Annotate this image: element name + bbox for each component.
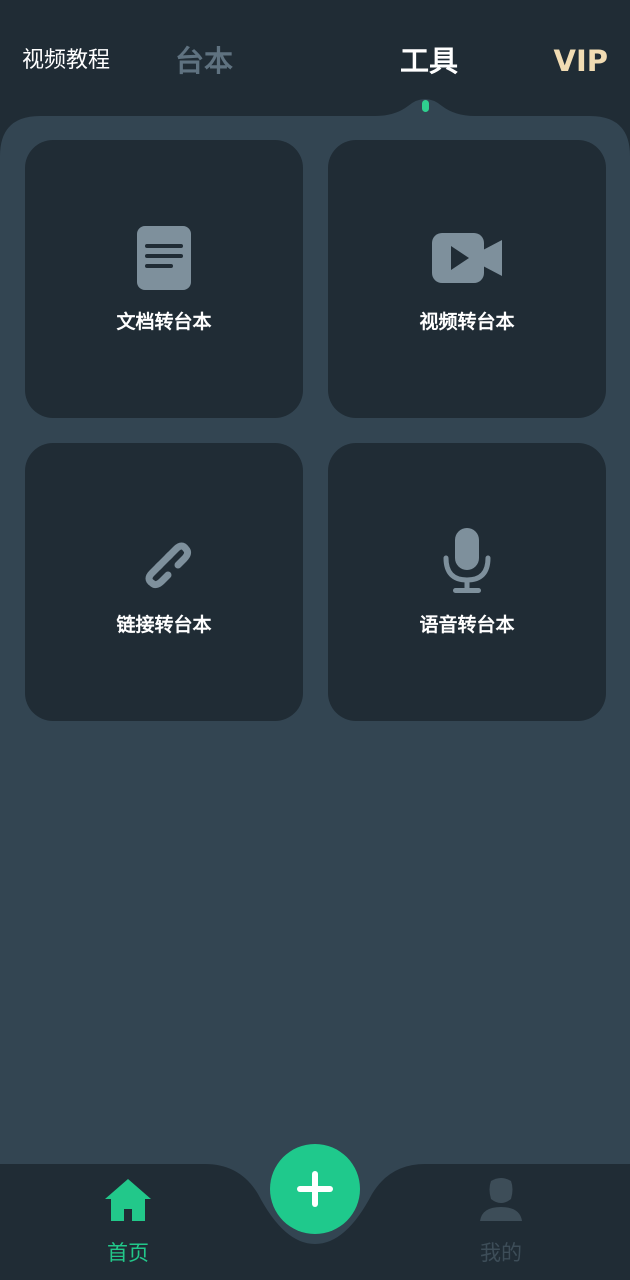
nav-mine-label: 我的 — [480, 1241, 522, 1265]
document-icon — [25, 222, 303, 294]
nav-home[interactable]: 首页 — [73, 1174, 183, 1268]
tool-card-video[interactable]: 视频转台本 — [328, 140, 606, 418]
plus-icon — [297, 1171, 333, 1207]
add-button[interactable] — [270, 1144, 360, 1234]
video-tutorial-link[interactable]: 视频教程 — [22, 46, 110, 76]
tool-card-link[interactable]: 链接转台本 — [25, 443, 303, 721]
tool-card-voice[interactable]: 语音转台本 — [328, 443, 606, 721]
link-icon — [25, 525, 303, 597]
vip-button[interactable]: VIP — [554, 42, 609, 80]
user-icon — [446, 1174, 556, 1226]
video-camera-icon — [328, 222, 606, 294]
tab-tools[interactable]: 工具 — [400, 42, 458, 80]
tool-card-document[interactable]: 文档转台本 — [25, 140, 303, 418]
tool-label: 视频转台本 — [419, 311, 515, 333]
tool-label: 链接转台本 — [116, 614, 212, 636]
tool-label: 文档转台本 — [116, 311, 212, 333]
tool-label: 语音转台本 — [419, 614, 515, 636]
microphone-icon — [328, 525, 606, 597]
nav-home-label: 首页 — [107, 1241, 149, 1265]
tab-script[interactable]: 台本 — [175, 42, 233, 80]
nav-mine[interactable]: 我的 — [446, 1174, 556, 1268]
home-icon — [73, 1174, 183, 1226]
active-tab-indicator — [422, 100, 429, 112]
